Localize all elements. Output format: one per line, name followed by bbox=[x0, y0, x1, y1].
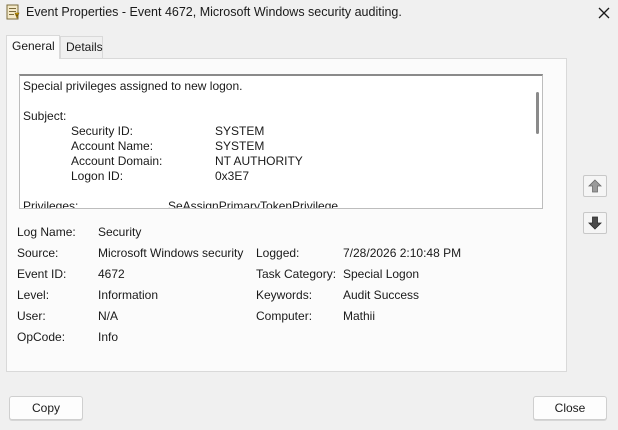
subject-key: Account Domain: bbox=[71, 154, 163, 168]
privileges-row: Privileges: SeAssignPrimaryTokenPrivileg… bbox=[23, 199, 528, 209]
opcode-value: Info bbox=[98, 330, 119, 344]
logged-value: 7/28/2026 2:10:48 PM bbox=[343, 246, 462, 260]
subject-row: Account Name: SYSTEM bbox=[23, 139, 528, 154]
computer-label: Computer: bbox=[256, 309, 313, 323]
subject-row: Account Domain: NT AUTHORITY bbox=[23, 154, 528, 169]
title-bar: Event Properties - Event 4672, Microsoft… bbox=[0, 0, 618, 26]
level-value: Information bbox=[98, 288, 159, 302]
logged-label: Logged: bbox=[256, 246, 300, 260]
opcode-label: OpCode: bbox=[17, 330, 66, 344]
description-scrollbar-thumb[interactable] bbox=[536, 92, 539, 134]
keywords-value: Audit Success bbox=[343, 288, 420, 302]
source-label: Source: bbox=[17, 246, 59, 260]
previous-event-button[interactable] bbox=[583, 175, 607, 197]
subject-value: SYSTEM bbox=[215, 124, 265, 138]
subject-key: Security ID: bbox=[71, 124, 134, 138]
privileges-value: SeAssignPrimaryTokenPrivilege bbox=[168, 199, 339, 209]
subject-key: Account Name: bbox=[71, 139, 154, 153]
arrow-down-icon bbox=[588, 216, 602, 230]
source-value: Microsoft Windows security bbox=[98, 246, 244, 260]
log-name-label: Log Name: bbox=[17, 225, 76, 239]
subject-row: Logon ID: 0x3E7 bbox=[23, 169, 528, 184]
level-label: Level: bbox=[17, 288, 50, 302]
log-name-value: Security bbox=[98, 225, 142, 239]
description-heading: Special privileges assigned to new logon… bbox=[23, 79, 243, 93]
event-id-label: Event ID: bbox=[17, 267, 67, 281]
event-viewer-icon bbox=[6, 4, 20, 20]
close-button[interactable]: Close bbox=[533, 396, 607, 420]
window-title: Event Properties - Event 4672, Microsoft… bbox=[26, 5, 402, 19]
event-id-value: 4672 bbox=[98, 267, 125, 281]
subject-label: Subject: bbox=[23, 109, 67, 123]
next-event-button[interactable] bbox=[583, 212, 607, 234]
arrow-up-icon bbox=[588, 179, 602, 193]
close-icon[interactable] bbox=[590, 1, 618, 25]
task-category-label: Task Category: bbox=[256, 267, 337, 281]
event-description-box[interactable]: Special privileges assigned to new logon… bbox=[19, 74, 543, 209]
subject-row: Security ID: SYSTEM bbox=[23, 124, 528, 139]
privileges-label: Privileges: bbox=[23, 199, 79, 209]
subject-value: 0x3E7 bbox=[215, 169, 250, 183]
tab-general[interactable]: General bbox=[6, 35, 60, 59]
computer-value: Mathii bbox=[343, 309, 376, 323]
keywords-label: Keywords: bbox=[256, 288, 313, 302]
user-value: N/A bbox=[98, 309, 119, 323]
task-category-value: Special Logon bbox=[343, 267, 420, 281]
user-label: User: bbox=[17, 309, 46, 323]
copy-button[interactable]: Copy bbox=[9, 396, 83, 420]
general-tab-panel: Special privileges assigned to new logon… bbox=[6, 58, 567, 372]
subject-value: NT AUTHORITY bbox=[215, 154, 303, 168]
subject-value: SYSTEM bbox=[215, 139, 265, 153]
event-description-text: Special privileges assigned to new logon… bbox=[23, 79, 528, 209]
subject-key: Logon ID: bbox=[71, 169, 124, 183]
event-properties-window: Event Properties - Event 4672, Microsoft… bbox=[0, 0, 618, 430]
tab-details[interactable]: Details bbox=[60, 36, 103, 58]
